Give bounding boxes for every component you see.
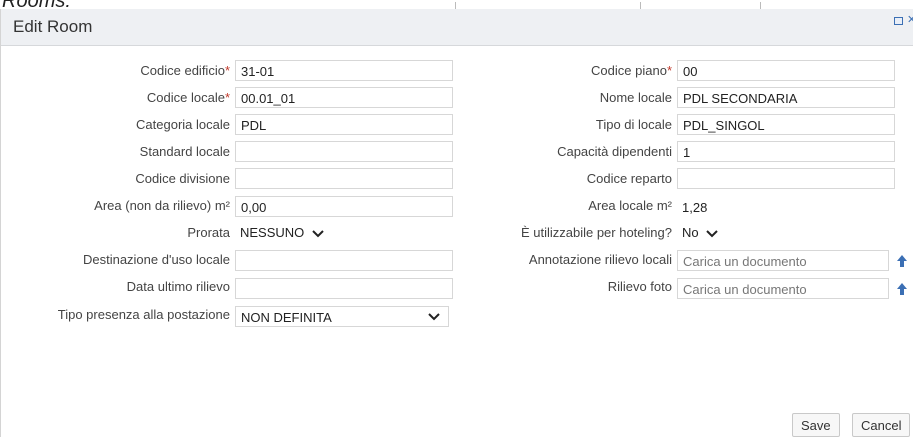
edit-room-dialog: Edit Room ✕ Codice edificio* Codice loca… <box>0 9 913 437</box>
label-codice-locale: Codice locale* <box>146 90 230 105</box>
codice-piano-input[interactable]: 00 <box>677 60 895 81</box>
codice-edificio-input[interactable]: 31-01 <box>235 60 453 81</box>
standard-locale-input[interactable] <box>235 141 453 162</box>
required-marker: * <box>666 63 672 78</box>
label-codice-reparto: Codice reparto <box>586 171 672 186</box>
codice-reparto-input[interactable] <box>677 168 895 189</box>
background-divider <box>455 2 456 9</box>
tipo-di-locale-input[interactable]: PDL_SINGOL <box>677 114 895 135</box>
save-button[interactable]: Save <box>792 413 840 437</box>
background-divider <box>760 2 761 9</box>
upload-icon[interactable] <box>897 255 907 267</box>
destinazione-uso-input[interactable] <box>235 250 453 271</box>
label-categoria-locale: Categoria locale <box>136 117 230 132</box>
tipo-presenza-select[interactable]: NON DEFINITA <box>235 306 449 327</box>
capacita-dipendenti-input[interactable]: 1 <box>677 141 895 162</box>
hoteling-value: No <box>682 225 699 240</box>
rilievo-foto-upload[interactable]: Carica un documento <box>677 278 889 299</box>
chevron-down-icon <box>706 229 718 237</box>
label-area-non-rilievo: Area (non da rilievo) m² <box>94 198 230 213</box>
prorata-select[interactable]: NESSUNO <box>240 225 324 240</box>
codice-locale-input[interactable]: 00.01_01 <box>235 87 453 108</box>
label-nome-locale: Nome locale <box>599 90 672 105</box>
label-tipo-di-locale: Tipo di locale <box>595 117 672 132</box>
data-ultimo-rilievo-input[interactable] <box>235 278 453 299</box>
area-locale-value: 1,28 <box>682 200 708 215</box>
background-divider <box>640 2 641 9</box>
label-annotazione-rilievo: Annotazione rilievo locali <box>528 252 672 267</box>
annotazione-rilievo-upload[interactable]: Carica un documento <box>677 250 889 271</box>
label-destinazione-uso: Destinazione d'uso locale <box>82 252 230 267</box>
nome-locale-input[interactable]: PDL SECONDARIA <box>677 87 895 108</box>
prorata-value: NESSUNO <box>240 225 305 240</box>
hoteling-select[interactable]: No <box>682 225 718 240</box>
cancel-button[interactable]: Cancel <box>852 413 911 437</box>
close-icon[interactable]: ✕ <box>907 13 913 26</box>
tipo-presenza-value: NON DEFINITA <box>241 310 332 325</box>
label-standard-locale: Standard locale <box>139 144 230 159</box>
required-marker: * <box>224 90 230 105</box>
label-rilievo-foto: Rilievo foto <box>607 279 672 294</box>
label-codice-piano: Codice piano* <box>591 63 672 78</box>
label-codice-edificio: Codice edificio* <box>140 63 230 78</box>
label-codice-divisione: Codice divisione <box>135 171 230 186</box>
maximize-icon[interactable] <box>894 17 903 25</box>
chevron-down-icon <box>312 229 324 237</box>
label-hoteling: È utilizzabile per hoteling? <box>520 225 672 240</box>
chevron-down-icon <box>428 313 440 321</box>
label-data-ultimo-rilievo: Data ultimo rilievo <box>126 279 230 294</box>
label-area-locale: Area locale m² <box>588 198 672 213</box>
label-capacita-dipendenti: Capacità dipendenti <box>557 144 672 159</box>
label-prorata: Prorata <box>187 225 230 240</box>
dialog-title: Edit Room <box>13 17 93 36</box>
categoria-locale-input[interactable]: PDL <box>235 114 453 135</box>
label-tipo-presenza: Tipo presenza alla postazione <box>57 307 230 322</box>
upload-icon[interactable] <box>897 283 907 295</box>
codice-divisione-input[interactable] <box>235 168 453 189</box>
dialog-header[interactable]: Edit Room ✕ <box>1 9 913 46</box>
required-marker: * <box>224 63 230 78</box>
area-non-rilievo-input[interactable]: 0,00 <box>235 196 453 217</box>
